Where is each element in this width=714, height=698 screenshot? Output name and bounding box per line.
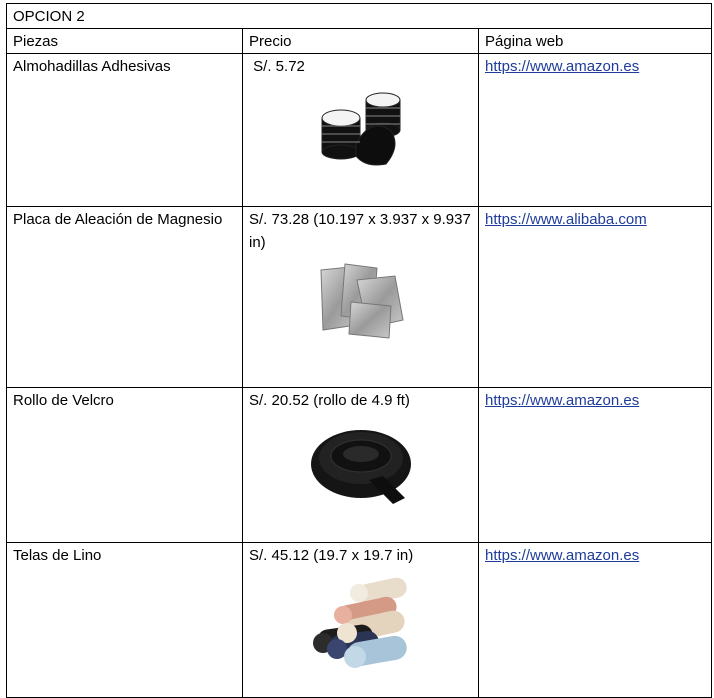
precio-text: S/. 20.52 (rollo de 4.9 ft) xyxy=(249,392,410,409)
pieza-cell: Placa de Aleación de Magnesio xyxy=(6,206,243,388)
header-pagina-web: Página web xyxy=(477,28,713,54)
precio-cell: S/. 5.72 xyxy=(242,53,479,207)
web-cell: https://www.amazon.es xyxy=(477,387,713,543)
document-page: OPCION 2 Piezas Precio Página web Almoha… xyxy=(5,3,713,698)
precio-cell: S/. 73.28 (10.197 x 3.937 x 9.937 in) xyxy=(242,206,479,388)
adhesive-pads-image xyxy=(321,92,400,166)
table-row: Telas de Lino S/. 45.12 (19.7 x 19.7 in)… xyxy=(6,542,713,698)
web-cell: https://www.amazon.es xyxy=(477,53,713,207)
table-title: OPCION 2 xyxy=(5,3,713,29)
velcro-roll-image xyxy=(310,430,411,504)
table-row: Rollo de Velcro S/. 20.52 (rollo de 4.9 … xyxy=(6,387,713,543)
table-row: Almohadillas Adhesivas S/. 5.72 https://… xyxy=(6,53,713,207)
precio-text: S/. 45.12 (19.7 x 19.7 in) xyxy=(249,547,414,564)
precio-cell: S/. 45.12 (19.7 x 19.7 in) xyxy=(242,542,479,698)
link-amazon[interactable]: https://www.amazon.es xyxy=(485,58,639,75)
parts-table: OPCION 2 Piezas Precio Página web Almoha… xyxy=(5,3,713,698)
link-alibaba[interactable]: https://www.alibaba.com xyxy=(485,211,647,228)
pieza-cell: Rollo de Velcro xyxy=(6,387,243,543)
header-precio: Precio xyxy=(242,28,479,54)
pieza-cell: Almohadillas Adhesivas xyxy=(6,53,243,207)
table-row: Placa de Aleación de Magnesio S/. 73.28 … xyxy=(6,206,713,388)
link-amazon[interactable]: https://www.amazon.es xyxy=(485,547,639,564)
table-title-row: OPCION 2 xyxy=(5,3,713,29)
magnesium-plates-image xyxy=(319,263,404,339)
pieza-cell: Telas de Lino xyxy=(6,542,243,698)
link-amazon[interactable]: https://www.amazon.es xyxy=(485,392,639,409)
table-header-row: Piezas Precio Página web xyxy=(6,28,713,54)
precio-cell: S/. 20.52 (rollo de 4.9 ft) xyxy=(242,387,479,543)
precio-text: S/. 5.72 xyxy=(249,58,305,75)
text-cursor xyxy=(711,202,712,224)
precio-text: S/. 73.28 (10.197 x 3.937 x 9.937 in) xyxy=(249,211,476,251)
header-piezas: Piezas xyxy=(6,28,243,54)
web-cell: https://www.amazon.es xyxy=(477,542,713,698)
linen-fabric-rolls-image xyxy=(312,577,407,668)
web-cell: https://www.alibaba.com xyxy=(477,206,713,388)
